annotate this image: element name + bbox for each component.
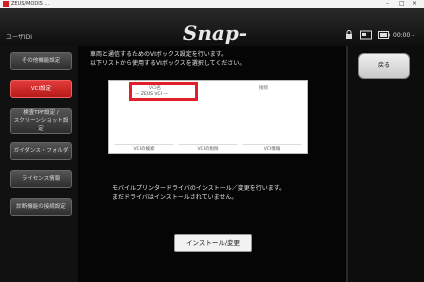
sidebar-item-guidance-folder[interactable]: ガイダンス・フォルダ — [10, 142, 72, 160]
install-change-button[interactable]: インストール/変更 — [174, 234, 252, 252]
minimize-button[interactable]: – — [386, 0, 389, 8]
window-title: ZEUS/MODIS ... — [11, 1, 50, 7]
clock-time: 00:00 - — [393, 32, 415, 39]
vci-delete-button[interactable]: VCIの削除 — [179, 144, 237, 153]
maximize-button[interactable]: □ — [399, 0, 405, 8]
main-panel: 車両と通信するためのVIボックス設定を行います。 以下リストから使用するVIボッ… — [78, 46, 346, 282]
selection-highlight — [129, 82, 198, 101]
app-icon — [3, 1, 9, 7]
snap-on-logo: Snap-on — [182, 21, 248, 71]
vci-info-button[interactable]: VCI情報 — [243, 144, 301, 153]
sidebar-item-diagnostic-connection[interactable]: 診断機能の接続設定 — [10, 198, 72, 216]
vci-search-button[interactable]: VCIの検索 — [115, 144, 173, 153]
right-panel: 戻る — [348, 46, 424, 282]
close-window-button[interactable]: × — [412, 0, 417, 8]
column-header-connection: 接続 — [259, 86, 268, 91]
driver-message-line2: まだドライバはインストールされていません。 — [112, 194, 238, 201]
vci-instruction-line1: 車両と通信するためのVIボックス設定を行います。 — [90, 51, 228, 58]
user-label: ユーザIDI — [6, 34, 33, 41]
card-icon — [360, 30, 372, 40]
window-titlebar: ZEUS/MODIS ... – □ × — [0, 0, 424, 8]
battery-icon — [378, 31, 390, 39]
sidebar-item-other-functions[interactable]: その他機能設定 — [10, 52, 72, 70]
back-button[interactable]: 戻る — [358, 53, 410, 79]
sidebar-item-vci-settings[interactable]: VCI設定 — [10, 80, 72, 98]
vci-instruction-line2: 以下リストから使用するVIボックスを選択してください。 — [90, 60, 246, 67]
sidebar-item-license-info[interactable]: ライセンス情報 — [10, 170, 72, 188]
driver-message-line1: モバイルプリンタードライバのインストール／変更を行います。 — [112, 185, 286, 192]
lock-icon — [346, 30, 352, 39]
vci-listbox[interactable]: VCI名 接続 — ZEUS VCI — VCIの検索 VCIの削除 VCI情報 — [108, 80, 308, 154]
sidebar: その他機能設定 VCI設定 検査TPF設定 / スクリーンショット設定 ガイダン… — [0, 46, 78, 282]
sidebar-item-screenshot-settings[interactable]: 検査TPF設定 / スクリーンショット設定 — [10, 108, 72, 134]
top-bar: ユーザIDI Snap-on 00:00 - — [0, 8, 424, 71]
